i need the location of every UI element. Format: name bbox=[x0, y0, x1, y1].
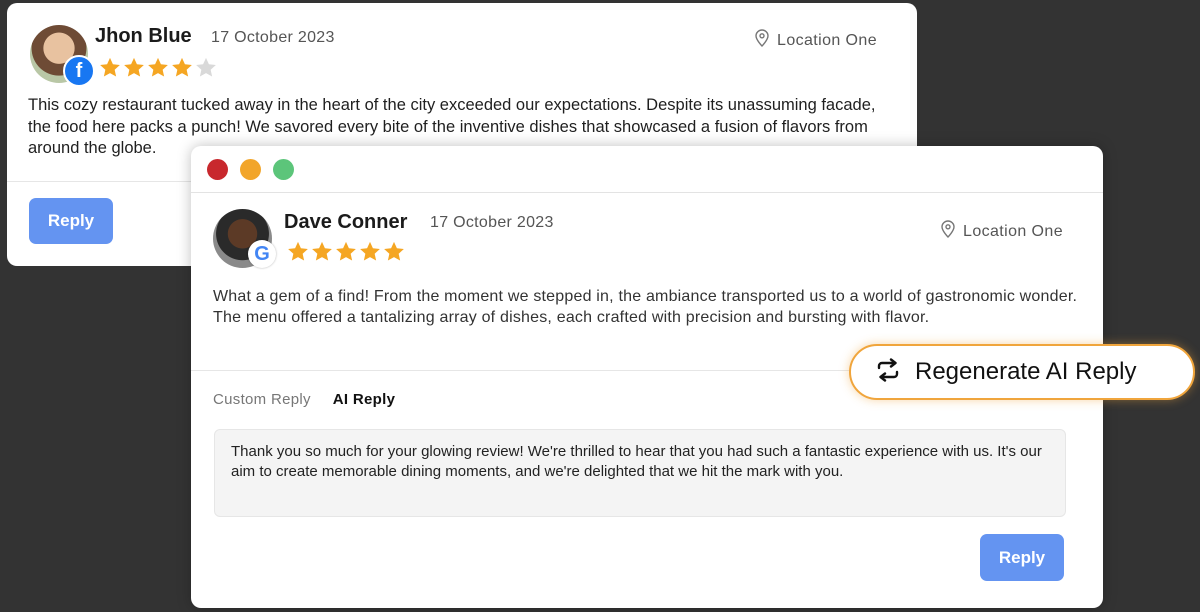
reply-text: Thank you so much for your glowing revie… bbox=[231, 443, 1042, 480]
reviewer-name: Dave Conner bbox=[284, 211, 408, 233]
location-label: Location One bbox=[963, 222, 1063, 240]
tab-ai-reply[interactable]: AI Reply bbox=[333, 391, 395, 408]
star-filled-icon bbox=[359, 241, 381, 262]
star-filled-icon bbox=[123, 57, 145, 78]
location-pin-icon bbox=[941, 220, 955, 243]
reply-button[interactable]: Reply bbox=[980, 534, 1064, 581]
location-label: Location One bbox=[777, 31, 877, 49]
window-titlebar bbox=[191, 146, 1103, 193]
google-icon: G bbox=[248, 240, 276, 268]
review-date: 17 October 2023 bbox=[430, 214, 554, 231]
location-pin-icon bbox=[755, 29, 769, 52]
star-filled-icon bbox=[335, 241, 357, 262]
location: Location One bbox=[755, 29, 877, 52]
star-filled-icon bbox=[99, 57, 121, 78]
star-empty-icon bbox=[195, 57, 217, 78]
facebook-icon: f bbox=[63, 55, 95, 87]
window-minimize-button[interactable] bbox=[240, 159, 261, 180]
star-rating bbox=[99, 57, 217, 78]
review-text: What a gem of a find! From the moment we… bbox=[213, 288, 1078, 326]
reviewer-name: Jhon Blue bbox=[95, 25, 192, 47]
star-filled-icon bbox=[311, 241, 333, 262]
window-close-button[interactable] bbox=[207, 159, 228, 180]
regenerate-label: Regenerate AI Reply bbox=[915, 358, 1137, 385]
star-filled-icon bbox=[147, 57, 169, 78]
star-rating bbox=[287, 241, 405, 262]
tab-custom-reply[interactable]: Custom Reply bbox=[213, 391, 311, 408]
star-filled-icon bbox=[383, 241, 405, 262]
refresh-icon bbox=[875, 357, 901, 387]
location: Location One bbox=[941, 220, 1063, 243]
reply-button[interactable]: Reply bbox=[29, 198, 113, 244]
star-filled-icon bbox=[287, 241, 309, 262]
reply-textarea[interactable]: Thank you so much for your glowing revie… bbox=[214, 429, 1066, 517]
window-maximize-button[interactable] bbox=[273, 159, 294, 180]
reply-tabs: Custom Reply AI Reply bbox=[213, 391, 395, 408]
review-date: 17 October 2023 bbox=[211, 29, 335, 46]
regenerate-ai-reply-button[interactable]: Regenerate AI Reply bbox=[849, 344, 1195, 400]
star-filled-icon bbox=[171, 57, 193, 78]
